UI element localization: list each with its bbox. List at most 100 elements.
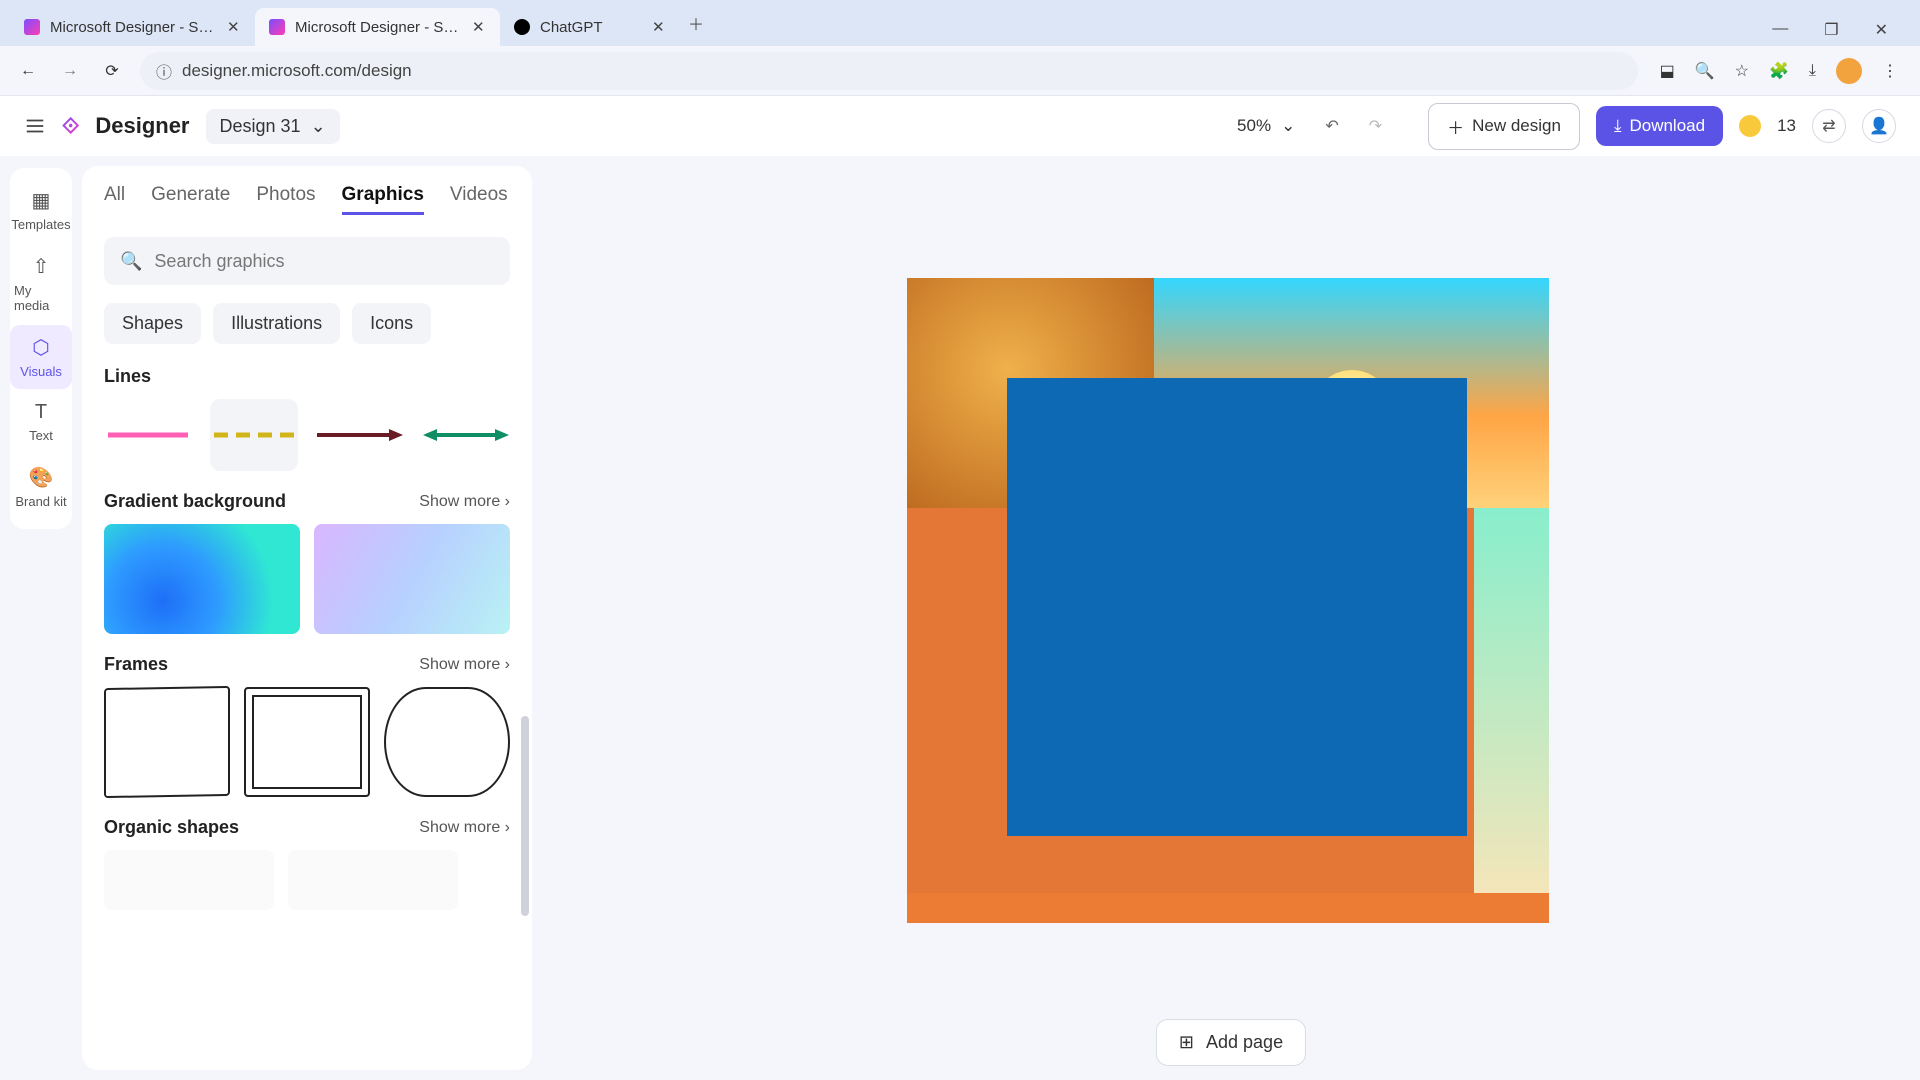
gradient-pastel[interactable] [314, 524, 510, 634]
frame-ornate[interactable] [384, 687, 510, 797]
browser-tab[interactable]: ChatGPT ✕ [500, 8, 680, 46]
tab-videos[interactable]: Videos [450, 184, 508, 215]
forward-icon[interactable]: → [56, 62, 84, 80]
designer-logo-icon: ⟐ [62, 113, 79, 139]
chevron-down-icon: ⌄ [311, 116, 326, 137]
rail-label: Text [29, 428, 53, 443]
close-window-icon[interactable]: ✕ [1875, 20, 1888, 40]
tab-title: Microsoft Designer - Stunning [295, 19, 462, 36]
maximize-icon[interactable]: ❐ [1824, 20, 1838, 40]
zoom-icon[interactable]: 🔍 [1695, 61, 1715, 81]
designer-favicon [24, 19, 40, 35]
coin-count: 13 [1777, 116, 1796, 136]
rail-brand-kit[interactable]: 🎨 Brand kit [10, 455, 72, 519]
canvas-shape-blue-rect[interactable] [1007, 378, 1467, 836]
browser-tab[interactable]: Microsoft Designer - Stunning ✕ [10, 8, 255, 46]
zoom-dropdown[interactable]: 50% ⌄ [1237, 116, 1295, 136]
tab-title: Microsoft Designer - Stunning [50, 19, 217, 36]
browser-menu-icon[interactable]: ⋮ [1882, 61, 1898, 81]
share-icon[interactable]: ⇄ [1812, 109, 1846, 143]
show-more-gradient[interactable]: Show more › [419, 493, 510, 511]
organic-shape-1[interactable] [104, 850, 274, 910]
tab-graphics[interactable]: Graphics [342, 184, 424, 215]
frame-sketch[interactable] [104, 686, 230, 798]
designer-favicon [269, 19, 285, 35]
profile-avatar[interactable] [1836, 58, 1862, 84]
browser-tab-active[interactable]: Microsoft Designer - Stunning ✕ [255, 8, 500, 46]
coin-icon [1739, 115, 1761, 137]
close-icon[interactable]: ✕ [472, 18, 486, 36]
undo-icon[interactable]: ↶ [1325, 116, 1338, 136]
line-solid-pink[interactable] [104, 399, 192, 471]
rail-my-media[interactable]: ⇧ My media [10, 244, 72, 323]
redo-icon: ↷ [1369, 116, 1382, 136]
tab-bar: Microsoft Designer - Stunning ✕ Microsof… [0, 0, 1920, 46]
new-tab-icon[interactable]: ＋ [688, 11, 704, 35]
show-more-frames[interactable]: Show more › [419, 656, 510, 674]
section-frames: Frames [104, 654, 168, 675]
panel-scrollbar[interactable] [521, 716, 529, 916]
design-title: Design 31 [220, 116, 301, 137]
reload-icon[interactable]: ⟳ [98, 61, 126, 81]
download-icon: ⤓ [1614, 116, 1622, 136]
design-title-dropdown[interactable]: Design 31 ⌄ [206, 109, 340, 144]
brand-name: Designer [95, 113, 189, 139]
app-header: ⟐ Designer Design 31 ⌄ 50% ⌄ ↶ ↷ ＋ New d… [0, 96, 1920, 156]
site-info-icon[interactable]: ⓘ [156, 59, 172, 83]
new-design-button[interactable]: ＋ New design [1428, 103, 1580, 150]
tab-generate[interactable]: Generate [151, 184, 230, 215]
add-page-label: Add page [1206, 1032, 1283, 1053]
chevron-down-icon: ⌄ [1281, 116, 1295, 136]
line-dashed-yellow[interactable] [210, 399, 298, 471]
account-icon[interactable]: 👤 [1862, 109, 1896, 143]
search-icon: 🔍 [120, 251, 142, 272]
new-design-label: New design [1472, 116, 1561, 136]
section-gradient: Gradient background [104, 491, 286, 512]
close-icon[interactable]: ✕ [227, 18, 241, 36]
canvas-image-beach[interactable] [1474, 508, 1549, 903]
rail-visuals[interactable]: ⬡ Visuals [10, 325, 72, 389]
search-placeholder: Search graphics [154, 251, 284, 272]
menu-icon[interactable] [24, 115, 46, 137]
left-rail: ▦ Templates ⇧ My media ⬡ Visuals T Text … [0, 156, 82, 1080]
url-text: designer.microsoft.com/design [182, 61, 412, 81]
chip-icons[interactable]: Icons [352, 303, 431, 344]
section-organic: Organic shapes [104, 817, 239, 838]
close-icon[interactable]: ✕ [652, 18, 666, 36]
tab-photos[interactable]: Photos [256, 184, 315, 215]
visuals-panel: All Generate Photos Graphics Videos 🔍 Se… [82, 156, 542, 1080]
plus-square-icon: ⊞ [1179, 1032, 1194, 1053]
line-double-arrow-green[interactable] [422, 399, 510, 471]
download-button[interactable]: ⤓ Download [1596, 106, 1723, 146]
section-lines: Lines [104, 366, 151, 387]
chatgpt-favicon [514, 19, 530, 35]
chip-shapes[interactable]: Shapes [104, 303, 201, 344]
extensions-icon[interactable]: 🧩 [1769, 61, 1789, 81]
rail-label: Visuals [20, 364, 62, 379]
chip-illustrations[interactable]: Illustrations [213, 303, 340, 344]
frame-double[interactable] [244, 687, 370, 797]
minimize-icon[interactable]: — [1772, 20, 1788, 40]
search-input[interactable]: 🔍 Search graphics [104, 237, 510, 285]
add-page-button[interactable]: ⊞ Add page [1156, 1019, 1306, 1066]
canvas-area[interactable]: ⊞ Add page [542, 156, 1920, 1080]
url-input[interactable]: ⓘ designer.microsoft.com/design [140, 52, 1638, 90]
gradient-blue-teal[interactable] [104, 524, 300, 634]
templates-icon: ▦ [32, 188, 51, 213]
show-more-organic[interactable]: Show more › [419, 819, 510, 837]
bookmark-icon[interactable]: ☆ [1735, 61, 1749, 81]
palette-icon: 🎨 [29, 465, 54, 490]
organic-shape-2[interactable] [288, 850, 458, 910]
install-app-icon[interactable]: ⬓ [1660, 61, 1675, 81]
design-canvas[interactable] [907, 278, 1549, 923]
address-bar: ← → ⟳ ⓘ designer.microsoft.com/design ⬓ … [0, 46, 1920, 96]
rail-text[interactable]: T Text [10, 391, 72, 453]
tab-all[interactable]: All [104, 184, 125, 215]
canvas-bg-strip [907, 893, 1549, 923]
back-icon[interactable]: ← [14, 62, 42, 80]
upload-icon: ⇧ [33, 254, 50, 279]
downloads-icon[interactable]: ⤓ [1809, 62, 1816, 80]
rail-templates[interactable]: ▦ Templates [10, 178, 72, 242]
line-arrow-dark[interactable] [316, 399, 404, 471]
tab-title: ChatGPT [540, 19, 642, 36]
